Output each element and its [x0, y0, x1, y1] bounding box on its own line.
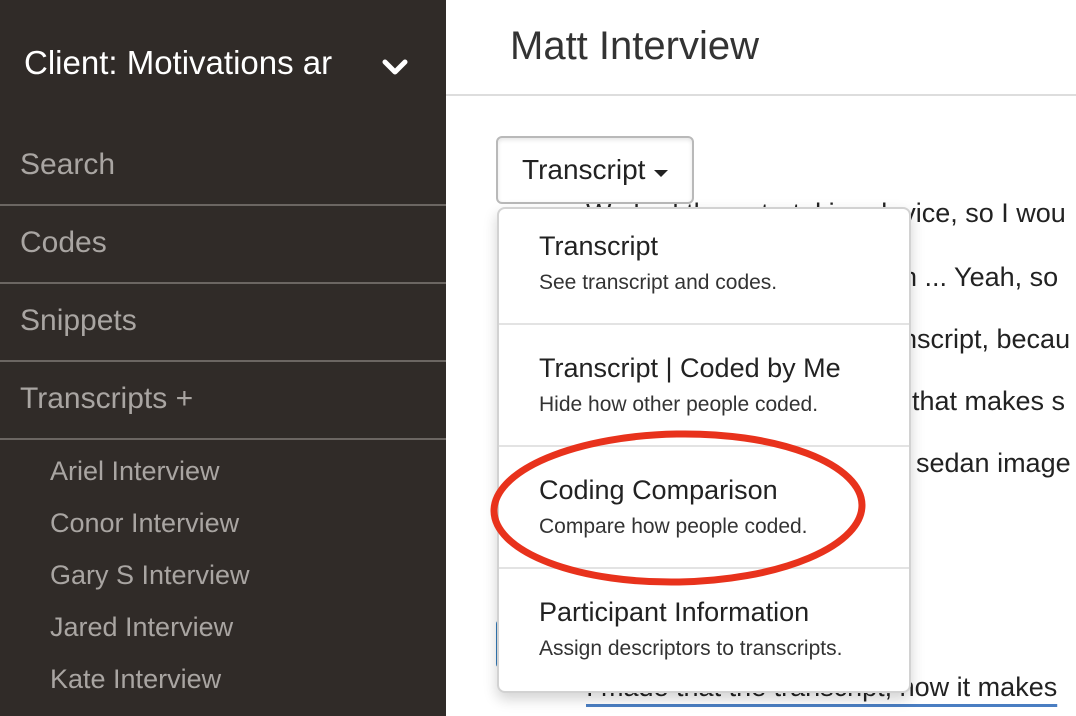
view-switcher-button[interactable]: Transcript	[496, 136, 694, 204]
view-switcher-label: Transcript	[522, 154, 646, 185]
menu-item-title: Participant Information	[539, 597, 810, 627]
main-content: Matt Interview We had the note-taking de…	[446, 0, 1076, 716]
nav-item-label: Snippets	[20, 304, 137, 337]
nav-item-label: Search	[20, 148, 116, 181]
menu-item-description: Hide how other people coded.	[539, 393, 819, 416]
chevron-down-icon[interactable]	[380, 54, 410, 80]
transcript-line: nscript, becau	[902, 324, 1071, 354]
project-title[interactable]: Client: Motivations ar	[24, 44, 354, 82]
menu-item-transcript-coded-by-me[interactable]: Transcript | Coded by Me Hide how other …	[499, 331, 909, 453]
page-title: Matt Interview	[510, 24, 759, 68]
transcript-line: sedan image	[916, 448, 1071, 478]
menu-item-participant-information[interactable]: Participant Information Assign descripto…	[499, 575, 909, 697]
menu-item-title: Transcript	[539, 231, 659, 261]
menu-item-description: See transcript and codes.	[539, 271, 778, 294]
transcript-item[interactable]: Kate Interview	[50, 664, 221, 695]
nav-item-snippets[interactable]: Snippets	[0, 284, 446, 362]
menu-item-description: Compare how people coded.	[539, 515, 808, 538]
nav-item-search[interactable]: Search	[0, 128, 446, 206]
menu-item-title: Coding Comparison	[539, 475, 778, 505]
menu-divider	[499, 567, 909, 569]
sidebar: Client: Motivations ar Search Codes Snip…	[0, 0, 446, 716]
view-dropdown-menu: Transcript See transcript and codes. Tra…	[497, 207, 911, 693]
nav-item-label: Transcripts +	[20, 382, 194, 415]
transcript-item[interactable]: Jared Interview	[50, 612, 233, 643]
project-switcher[interactable]: Client: Motivations ar	[0, 0, 446, 128]
transcript-line: that makes s	[912, 386, 1066, 416]
nav-item-codes[interactable]: Codes	[0, 206, 446, 284]
divider	[446, 94, 1076, 96]
menu-divider	[499, 445, 909, 447]
transcript-item[interactable]: Ariel Interview	[50, 456, 220, 487]
nav-item-transcripts[interactable]: Transcripts +	[0, 362, 446, 440]
menu-item-transcript[interactable]: Transcript See transcript and codes.	[499, 209, 909, 331]
menu-divider	[499, 323, 909, 325]
caret-down-icon	[654, 170, 668, 177]
nav-item-label: Codes	[20, 226, 107, 259]
transcript-item[interactable]: Gary S Interview	[50, 560, 250, 591]
menu-item-title: Transcript | Coded by Me	[539, 353, 841, 383]
transcript-line: h ... Yeah, so	[902, 262, 1059, 292]
menu-item-description: Assign descriptors to transcripts.	[539, 637, 843, 660]
transcript-item[interactable]: Conor Interview	[50, 508, 239, 539]
menu-item-coding-comparison[interactable]: Coding Comparison Compare how people cod…	[499, 453, 909, 575]
